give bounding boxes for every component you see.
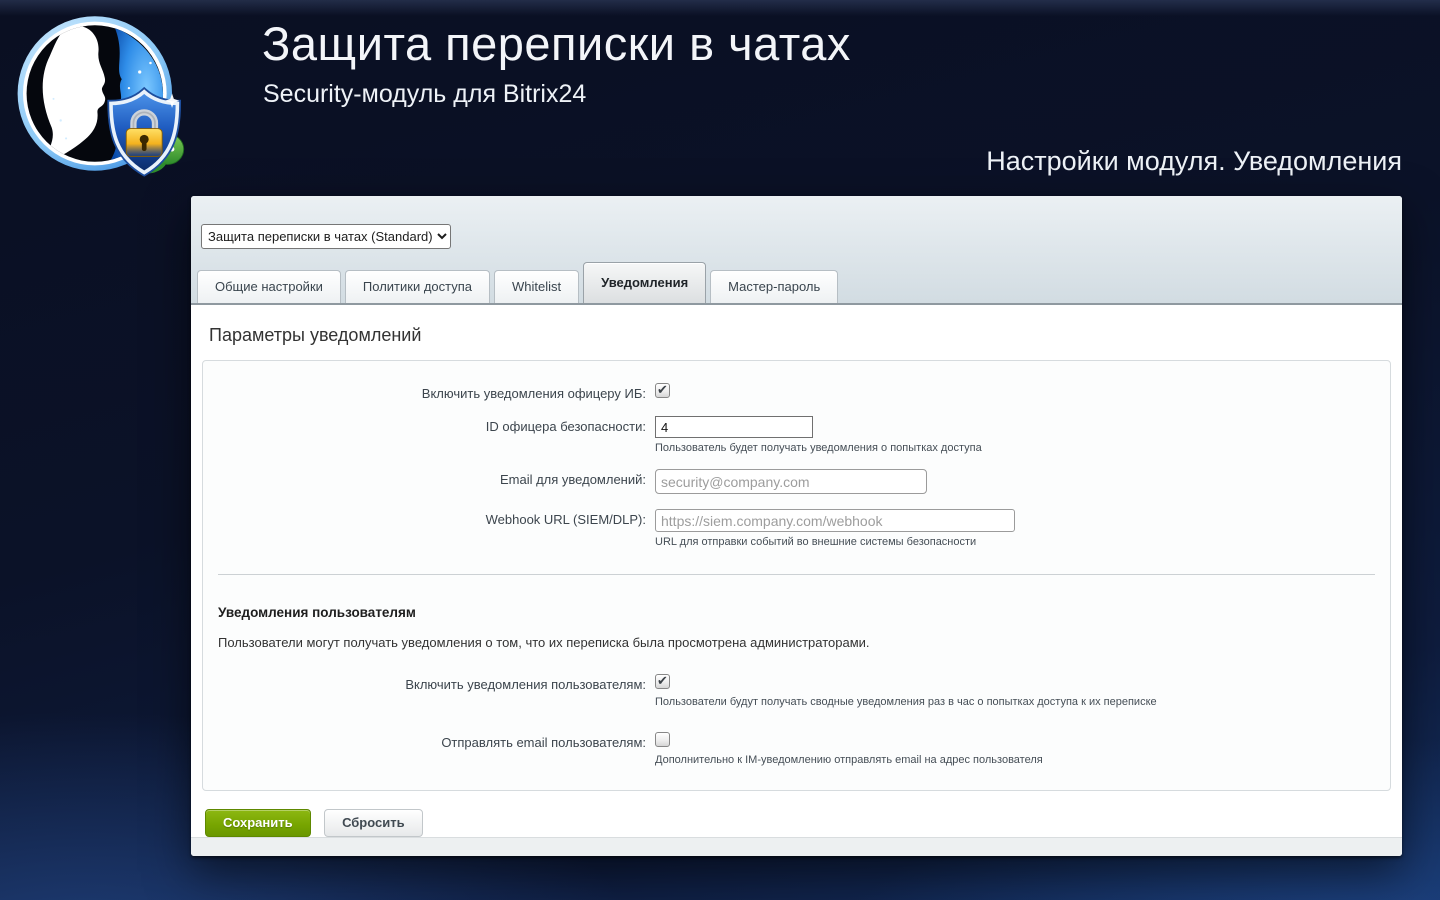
users-email-label: Отправлять email пользователям: — [441, 735, 646, 750]
tab-whitelist[interactable]: Whitelist — [494, 270, 580, 303]
tab-content: Параметры уведомлений Включить уведомлен… — [191, 305, 1402, 837]
reset-button[interactable]: Сбросить — [324, 809, 423, 837]
panel-footer — [191, 837, 1402, 856]
officer-id-hint: Пользователь будет получать уведомления … — [655, 442, 982, 454]
tab-label: Политики доступа — [362, 279, 473, 294]
users-section-description: Пользователи могут получать уведомления … — [218, 635, 870, 650]
email-row: Email для уведомлений: — [203, 469, 1390, 494]
officer-enable-label: Включить уведомления офицеру ИБ: — [421, 386, 646, 401]
page-subtitle: Security-модуль для Bitrix24 — [263, 80, 587, 108]
officer-id-row: ID офицера безопасности: Пользователь бу… — [203, 416, 1390, 454]
panel-header: Защита переписки в чатах (Standard) Общи… — [191, 196, 1402, 305]
officer-id-label: ID офицера безопасности: — [485, 419, 646, 434]
page-title: Защита переписки в чатах — [262, 17, 851, 70]
notification-email-input[interactable] — [655, 469, 927, 494]
tab-master-password[interactable]: Мастер-пароль — [710, 270, 839, 303]
officer-enable-checkbox[interactable] — [655, 382, 670, 398]
tab-label: Общие настройки — [215, 279, 323, 294]
officer-id-input[interactable] — [655, 416, 813, 438]
notification-settings-box: Включить уведомления офицеру ИБ: ID офиц… — [202, 360, 1391, 791]
tab-label: Whitelist — [512, 279, 562, 294]
tab-general[interactable]: Общие настройки — [197, 270, 341, 303]
users-email-row: Отправлять email пользователям: Дополнит… — [203, 732, 1390, 766]
webhook-url-input[interactable] — [655, 509, 1015, 532]
page-caption: Настройки модуля. Уведомления — [986, 146, 1402, 176]
app-logo-icon — [17, 16, 185, 177]
settings-panel: Защита переписки в чатах (Standard) Общи… — [191, 196, 1402, 856]
users-enable-hint: Пользователи будут получать сводные увед… — [655, 696, 1157, 708]
webhook-row: Webhook URL (SIEM/DLP): URL для отправки… — [203, 509, 1390, 548]
section-divider — [218, 574, 1375, 575]
module-select[interactable]: Защита переписки в чатах (Standard) — [201, 224, 451, 249]
save-button[interactable]: Сохранить — [205, 809, 311, 837]
users-enable-label: Включить уведомления пользователям: — [405, 677, 646, 692]
tab-label: Уведомления — [601, 275, 689, 290]
email-label: Email для уведомлений: — [499, 472, 646, 487]
button-bar: Сохранить Сбросить — [205, 809, 1394, 837]
tab-access-policies[interactable]: Политики доступа — [344, 270, 491, 303]
officer-enable-row: Включить уведомления офицеру ИБ: — [203, 382, 1390, 401]
webhook-hint: URL для отправки событий во внешние сист… — [655, 536, 977, 548]
tab-notifications[interactable]: Уведомления — [583, 262, 707, 303]
users-email-checkbox[interactable] — [655, 732, 670, 747]
tab-label: Мастер-пароль — [728, 279, 821, 294]
users-email-hint: Дополнительно к IM-уведомлению отправлят… — [655, 754, 1043, 766]
webhook-label: Webhook URL (SIEM/DLP): — [485, 512, 646, 527]
tab-bar: Общие настройки Политики доступа Whiteli… — [197, 262, 842, 303]
users-enable-checkbox[interactable] — [655, 673, 670, 689]
background-sheen — [0, 0, 1440, 16]
users-enable-row: Включить уведомления пользователям: Поль… — [203, 673, 1390, 708]
section-title: Параметры уведомлений — [209, 325, 422, 345]
users-section-title: Уведомления пользователям — [218, 605, 416, 620]
